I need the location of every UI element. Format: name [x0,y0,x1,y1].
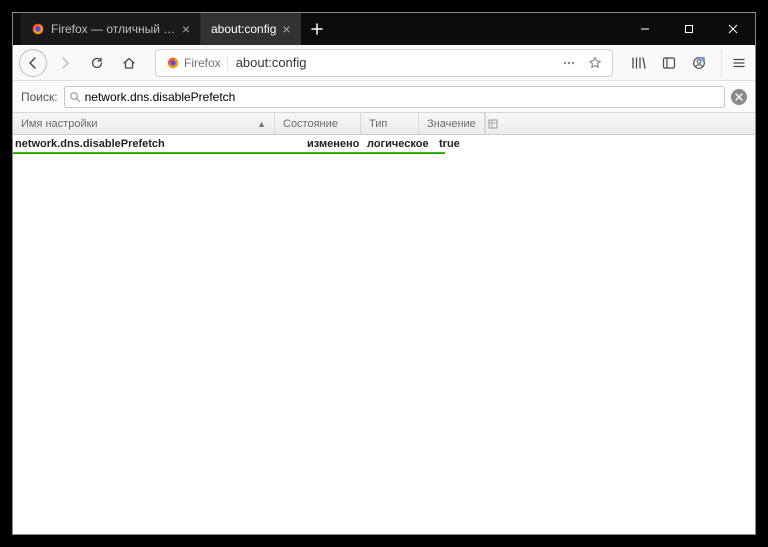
column-header-status[interactable]: Состояние [275,113,361,134]
app-menu-button[interactable] [721,49,749,77]
close-window-button[interactable] [711,13,755,45]
clear-search-button[interactable] [731,89,747,105]
url-input[interactable] [228,55,556,70]
window-controls [623,13,755,45]
home-button[interactable] [115,49,143,77]
pref-rows: network.dns.disablePrefetch изменено лог… [13,135,755,534]
column-header-pref[interactable]: Имя настройки ▲ [13,113,275,134]
tab-strip: Firefox — отличный браузер д × about:con… [13,13,623,45]
tab-firefox-start[interactable]: Firefox — отличный браузер д × [21,13,201,45]
search-field[interactable] [64,86,725,108]
search-input[interactable] [81,90,720,104]
cell-type: логическое [365,138,437,150]
config-search-bar: Поиск: [13,81,755,113]
sidebar-button[interactable] [655,49,683,77]
tab-label: about:config [211,22,276,36]
column-picker-button[interactable] [485,113,501,134]
pref-row[interactable]: network.dns.disablePrefetch изменено лог… [13,135,755,152]
url-bar[interactable]: Firefox [155,49,613,77]
page-action-button[interactable] [556,56,582,70]
nav-toolbar: Firefox [13,45,755,81]
identity-box[interactable]: Firefox [160,56,228,70]
back-button[interactable] [19,49,47,77]
close-icon[interactable]: × [182,22,190,36]
search-label: Поиск: [21,90,58,104]
cell-pref-name: network.dns.disablePrefetch [13,138,305,150]
firefox-brand-icon [166,56,180,70]
browser-window: Firefox — отличный браузер д × about:con… [12,12,756,535]
account-button[interactable] [685,49,713,77]
toolbar-right [625,49,713,77]
tab-label: Firefox — отличный браузер д [51,22,176,36]
sort-asc-icon: ▲ [257,119,266,129]
reload-button[interactable] [83,49,111,77]
forward-button [51,49,79,77]
search-icon [69,91,81,103]
column-header-label: Значение [427,118,476,130]
library-button[interactable] [625,49,653,77]
column-headers: Имя настройки ▲ Состояние Тип Значение [13,113,755,135]
titlebar: Firefox — отличный браузер д × about:con… [13,13,755,45]
identity-label: Firefox [184,56,221,70]
bookmark-star-icon[interactable] [582,56,608,70]
column-header-type[interactable]: Тип [361,113,419,134]
new-tab-button[interactable] [301,13,333,45]
maximize-button[interactable] [667,13,711,45]
column-header-label: Имя настройки [21,118,98,130]
cell-value: true [437,138,462,150]
close-icon[interactable]: × [282,22,290,36]
firefox-favicon-icon [31,22,45,36]
column-header-value[interactable]: Значение [419,113,485,134]
tab-about-config[interactable]: about:config × [201,13,301,45]
column-header-label: Состояние [283,118,338,130]
highlight-underline [13,152,445,154]
column-header-label: Тип [369,118,387,130]
cell-status: изменено [305,138,365,150]
minimize-button[interactable] [623,13,667,45]
